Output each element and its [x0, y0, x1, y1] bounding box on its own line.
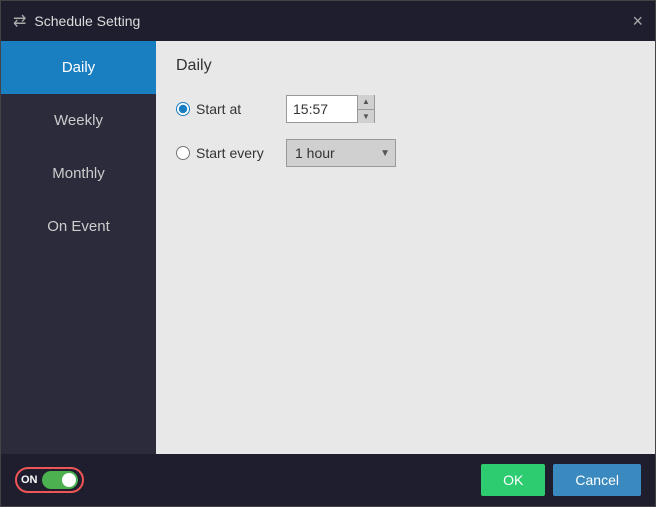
start-at-radio[interactable]	[176, 102, 190, 116]
title-bar: ⇄ Schedule Setting ×	[1, 1, 655, 41]
footer-buttons: OK Cancel	[481, 464, 641, 496]
interval-select-wrapper: 1 hour 2 hours 3 hours 6 hours 12 hours …	[286, 139, 396, 167]
start-every-radio[interactable]	[176, 146, 190, 160]
toggle-track	[42, 471, 78, 489]
footer: ON OK Cancel	[1, 454, 655, 506]
time-spin-up[interactable]: ▲	[358, 95, 374, 109]
time-spin-down[interactable]: ▼	[358, 109, 374, 124]
start-at-row: Start at ▲ ▼	[176, 95, 635, 123]
ok-button[interactable]: OK	[481, 464, 545, 496]
interval-select[interactable]: 1 hour 2 hours 3 hours 6 hours 12 hours	[286, 139, 396, 167]
sidebar: Daily Weekly Monthly On Event	[1, 41, 156, 454]
cancel-button[interactable]: Cancel	[553, 464, 641, 496]
time-input[interactable]	[287, 96, 357, 122]
sidebar-item-daily[interactable]: Daily	[1, 41, 156, 94]
sidebar-item-weekly[interactable]: Weekly	[1, 94, 156, 147]
spin-buttons: ▲ ▼	[357, 95, 374, 123]
start-every-row: Start every 1 hour 2 hours 3 hours 6 hou…	[176, 139, 635, 167]
content-area: Daily Weekly Monthly On Event Daily Star…	[1, 41, 655, 454]
start-at-label[interactable]: Start at	[176, 101, 276, 117]
on-off-toggle[interactable]: ON	[15, 467, 84, 493]
panel-title: Daily	[176, 57, 635, 75]
title-bar-left: ⇄ Schedule Setting	[13, 11, 140, 31]
sidebar-item-monthly[interactable]: Monthly	[1, 147, 156, 200]
schedule-setting-dialog: ⇄ Schedule Setting × Daily Weekly Monthl…	[0, 0, 656, 507]
sidebar-item-on-event[interactable]: On Event	[1, 200, 156, 253]
main-panel: Daily Start at ▲ ▼	[156, 41, 655, 454]
time-input-wrapper: ▲ ▼	[286, 95, 375, 123]
toggle-label: ON	[21, 474, 38, 486]
dialog-title: Schedule Setting	[34, 13, 140, 29]
schedule-icon: ⇄	[13, 11, 26, 31]
toggle-thumb	[62, 473, 76, 487]
close-button[interactable]: ×	[632, 12, 643, 30]
start-every-label[interactable]: Start every	[176, 145, 276, 161]
